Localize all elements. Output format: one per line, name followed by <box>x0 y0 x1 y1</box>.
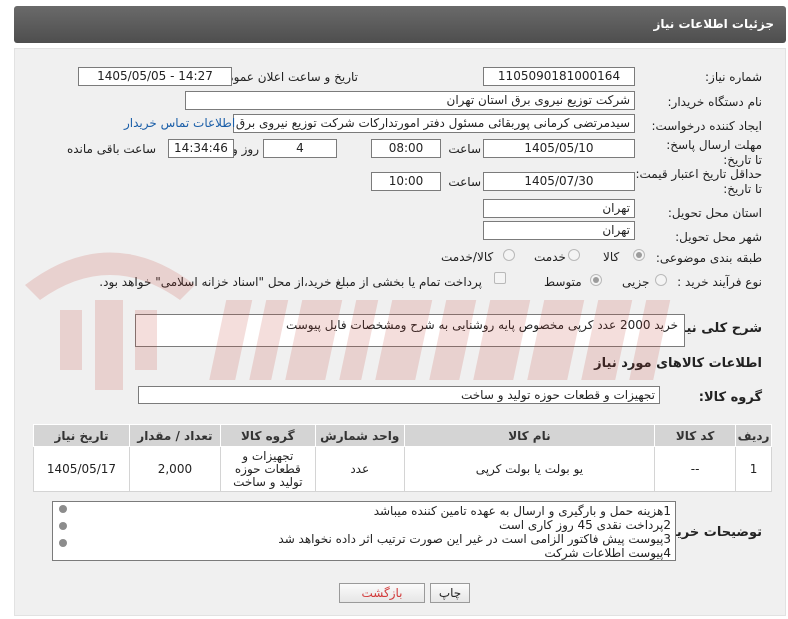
province-field[interactable]: تهران <box>483 199 635 218</box>
city-field[interactable]: تهران <box>483 221 635 240</box>
deadline-time-label: ساعت <box>448 142 481 156</box>
buyer-note-line: 4پیوست اطلاعات شرکت <box>544 546 671 560</box>
buyer-note-line: 2پرداخت نقدی 45 روز کاری است <box>498 518 671 532</box>
requester-field[interactable]: سیدمرتضی کرمانی پوربقائی مسئول دفتر امور… <box>233 114 635 133</box>
scroll-dot-icon <box>59 522 67 530</box>
need-number-field[interactable]: 1105090181000164 <box>483 67 635 86</box>
process-option-medium: متوسط <box>544 275 582 289</box>
deadline-label: مهلت ارسال پاسخ: تا تاریخ: <box>666 138 762 167</box>
announce-datetime-field[interactable]: 1405/05/05 - 14:27 <box>78 67 232 86</box>
cell-need-date: 1405/05/17 <box>33 446 130 492</box>
remaining-time-label: ساعت باقی مانده <box>66 142 156 156</box>
cell-quantity: 2,000 <box>128 446 221 492</box>
deadline-time-field[interactable]: 08:00 <box>371 139 441 158</box>
process-radio-medium[interactable] <box>590 274 602 286</box>
column-header-need-date: تاریخ نیاز <box>33 424 130 447</box>
buyer-org-label: نام دستگاه خریدار: <box>667 95 763 109</box>
validity-date-field[interactable]: 1405/07/30 <box>483 172 635 191</box>
cell-code: -- <box>654 446 737 492</box>
announce-datetime-label: تاریخ و ساعت اعلان عمومی: <box>213 70 358 84</box>
column-header-quantity: تعداد / مقدار <box>128 424 221 447</box>
scroll-dot-icon <box>59 505 67 513</box>
print-button[interactable]: چاپ <box>430 583 470 603</box>
validity-time-label: ساعت <box>448 175 481 189</box>
process-type-label: نوع فرآیند خرید : <box>677 275 762 289</box>
validity-time-field[interactable]: 10:00 <box>371 172 441 191</box>
need-number-label: شماره نیاز: <box>705 70 762 84</box>
buyer-note-line: 3پیوست پیش فاکتور الزامی است در غیر این … <box>278 532 671 546</box>
category-radio-goods-service[interactable] <box>503 249 515 261</box>
page-header: جزئیات اطلاعات نیاز <box>14 6 786 43</box>
cell-group: تجهیزات و قطعات حوزه تولید و ساخت <box>219 446 316 492</box>
category-radio-service[interactable] <box>568 249 580 261</box>
column-header-name: نام کالا <box>403 424 656 447</box>
column-header-row-number: ردیف <box>735 424 772 447</box>
cell-unit: عدد <box>314 446 405 492</box>
description-textarea[interactable]: خرید 2000 عدد کرپی مخصوص پایه روشنایی به… <box>135 314 685 347</box>
goods-section-title: اطلاعات کالاهای مورد نیاز <box>594 356 762 371</box>
back-button[interactable]: بازگشت <box>339 583 425 603</box>
table-row[interactable]: 1 -- یو بولت یا بولت کرپی عدد تجهیزات و … <box>33 446 772 492</box>
page-title: جزئیات اطلاعات نیاز <box>653 17 774 31</box>
buyer-org-field[interactable]: شرکت توزیع نیروی برق استان تهران <box>185 91 635 110</box>
process-option-minor: جزیی <box>622 275 650 289</box>
notes-scrollbar[interactable] <box>58 505 67 557</box>
column-header-group: گروه کالا <box>219 424 316 447</box>
city-label: شهر محل تحویل: <box>675 230 762 244</box>
remaining-time-field[interactable]: 14:34:46 <box>168 139 234 158</box>
buyer-notes-textarea[interactable]: 1هزینه حمل و بارگیری و ارسال به عهده تام… <box>52 501 676 561</box>
scroll-dot-icon <box>59 539 67 547</box>
remaining-days-field[interactable]: 4 <box>263 139 337 158</box>
category-radio-goods[interactable] <box>633 249 645 261</box>
buyer-contact-link[interactable]: اطلاعات تماس خریدار <box>124 116 235 130</box>
treasury-payment-note: پرداخت تمام یا بخشی از مبلغ خرید،از محل … <box>99 275 482 289</box>
requester-label: ایجاد کننده درخواست: <box>651 119 762 133</box>
cell-name: یو بولت یا بولت کرپی <box>403 446 656 492</box>
goods-group-field[interactable]: تجهیزات و قطعات حوزه تولید و ساخت <box>138 386 660 404</box>
process-radio-minor[interactable] <box>655 274 667 286</box>
days-label: روز و <box>232 142 259 156</box>
category-option-goods-service: کالا/خدمت <box>441 250 494 264</box>
category-option-goods: کالا <box>603 250 620 264</box>
validity-label: حداقل تاریخ اعتبار قیمت: تا تاریخ: <box>635 167 762 196</box>
column-header-unit: واحد شمارش <box>314 424 405 447</box>
goods-group-label: گروه کالا: <box>698 390 762 405</box>
treasury-payment-checkbox[interactable] <box>494 272 506 284</box>
province-label: استان محل تحویل: <box>667 206 762 220</box>
goods-table: ردیف کد کالا نام کالا واحد شمارش گروه کا… <box>33 424 772 492</box>
buyer-note-line: 1هزینه حمل و بارگیری و ارسال به عهده تام… <box>373 504 671 518</box>
table-header-row: ردیف کد کالا نام کالا واحد شمارش گروه کا… <box>33 424 772 447</box>
category-option-service: خدمت <box>534 250 566 264</box>
category-label: طبقه بندی موضوعی: <box>655 251 762 265</box>
deadline-date-field[interactable]: 1405/05/10 <box>483 139 635 158</box>
column-header-code: کد کالا <box>654 424 737 447</box>
cell-row-number: 1 <box>735 446 772 492</box>
